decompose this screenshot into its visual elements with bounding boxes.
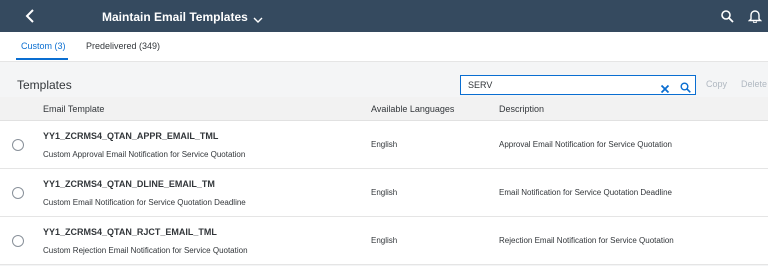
template-id: YY1_ZCRMS4_QTAN_DLINE_EMAIL_TM bbox=[43, 179, 215, 189]
column-header-description[interactable]: Description bbox=[499, 104, 544, 115]
row-radio-button[interactable] bbox=[12, 235, 24, 247]
row-radio-button[interactable] bbox=[12, 187, 24, 199]
table-toolbar: Templates SERV Copy Delete bbox=[0, 63, 768, 97]
template-name: Custom Rejection Email Notification for … bbox=[43, 246, 248, 255]
search-input[interactable]: SERV bbox=[460, 75, 696, 95]
tab-selected-indicator bbox=[16, 58, 68, 60]
search-input-value[interactable]: SERV bbox=[468, 80, 492, 91]
table-row[interactable]: YY1_ZCRMS4_QTAN_RJCT_EMAIL_TML Custom Re… bbox=[0, 217, 768, 265]
column-header-available-languages[interactable]: Available Languages bbox=[371, 104, 454, 115]
template-name: Custom Approval Email Notification for S… bbox=[43, 150, 246, 159]
available-language: English bbox=[371, 188, 398, 197]
available-language: English bbox=[371, 140, 398, 149]
table-row[interactable]: YY1_ZCRMS4_QTAN_APPR_EMAIL_TML Custom Ap… bbox=[0, 121, 768, 169]
template-description: Rejection Email Notification for Service… bbox=[499, 236, 674, 245]
template-id: YY1_ZCRMS4_QTAN_APPR_EMAIL_TML bbox=[43, 131, 219, 141]
app-title-menu[interactable]: Maintain Email Templates bbox=[102, 9, 263, 25]
chevron-down-icon bbox=[253, 12, 263, 23]
search-icon[interactable] bbox=[680, 80, 691, 93]
clear-icon[interactable] bbox=[660, 81, 670, 94]
app-title: Maintain Email Templates bbox=[102, 10, 248, 24]
search-icon[interactable] bbox=[720, 9, 734, 23]
table-title: Templates bbox=[17, 78, 72, 92]
row-radio-button[interactable] bbox=[12, 139, 24, 151]
shell-bar: Maintain Email Templates bbox=[0, 0, 768, 32]
template-id: YY1_ZCRMS4_QTAN_RJCT_EMAIL_TML bbox=[43, 227, 217, 237]
tab-bar: Custom (3) Predelivered (349) bbox=[0, 32, 768, 62]
table-header: Email Template Available Languages Descr… bbox=[0, 97, 768, 121]
back-icon[interactable] bbox=[22, 7, 40, 25]
copy-button[interactable]: Copy bbox=[706, 79, 727, 90]
template-description: Approval Email Notification for Service … bbox=[499, 140, 672, 149]
bell-icon[interactable] bbox=[747, 9, 763, 24]
column-header-email-template[interactable]: Email Template bbox=[43, 104, 104, 115]
template-description: Email Notification for Service Quotation… bbox=[499, 188, 672, 197]
available-language: English bbox=[371, 236, 398, 245]
template-name: Custom Email Notification for Service Qu… bbox=[43, 198, 246, 207]
delete-button[interactable]: Delete bbox=[741, 79, 767, 90]
table-row[interactable]: YY1_ZCRMS4_QTAN_DLINE_EMAIL_TM Custom Em… bbox=[0, 169, 768, 217]
tab-predelivered[interactable]: Predelivered (349) bbox=[86, 41, 160, 52]
tab-custom[interactable]: Custom (3) bbox=[21, 41, 66, 52]
